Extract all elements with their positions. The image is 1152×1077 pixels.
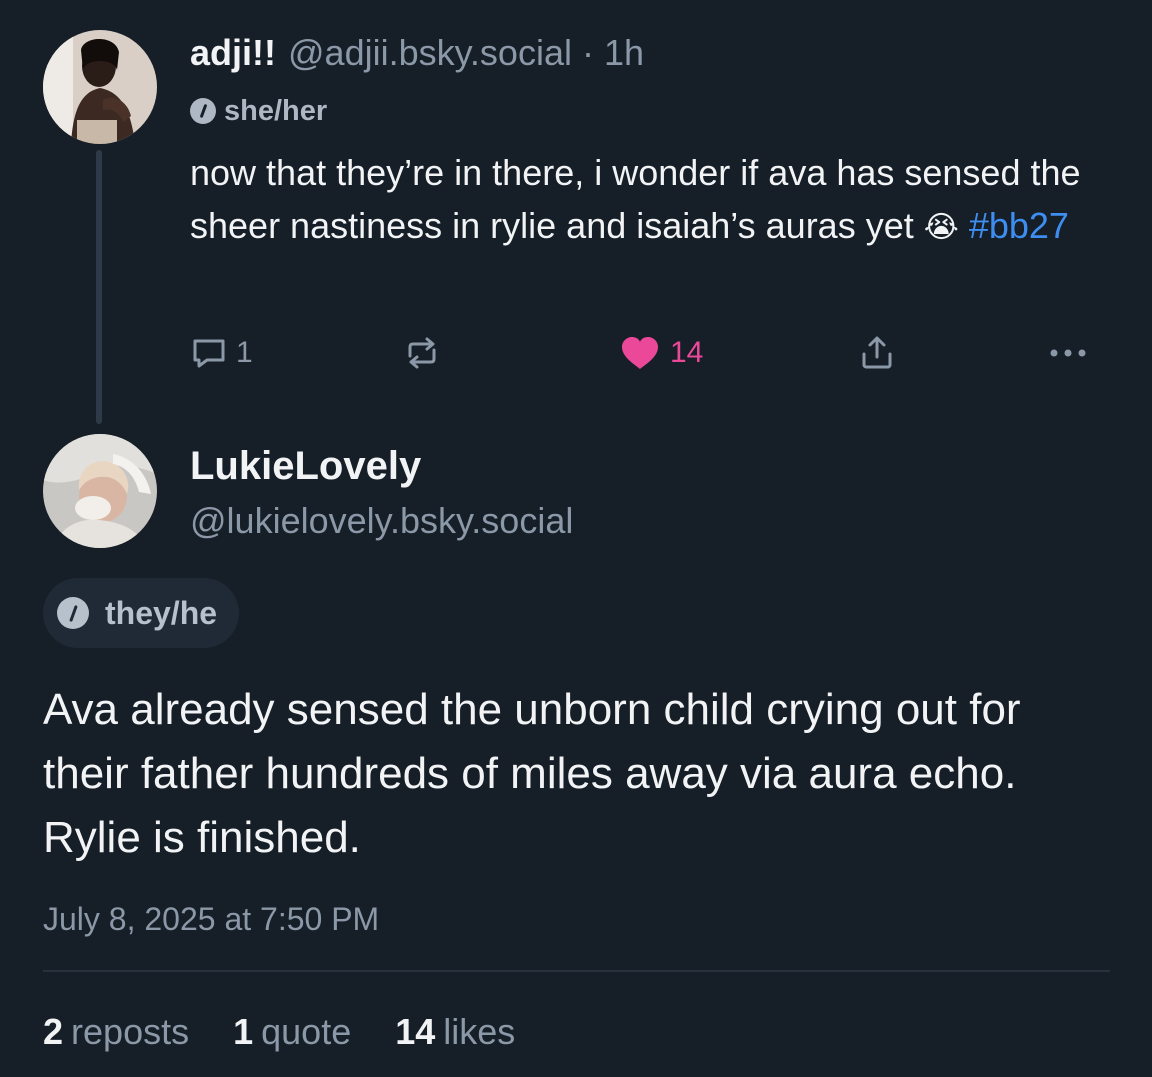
quotes-stat[interactable]: 1 quote — [233, 1011, 351, 1053]
heart-icon — [622, 337, 658, 369]
like-count: 14 — [670, 336, 704, 369]
more-dots-icon — [1050, 349, 1086, 357]
parent-display-name[interactable]: adji!! — [190, 30, 276, 76]
likes-label: likes — [443, 1011, 516, 1052]
main-handle[interactable]: @lukielovely.bsky.social — [190, 496, 573, 546]
parent-time-ago[interactable]: 1h — [604, 30, 644, 76]
stats-divider — [43, 970, 1110, 972]
pronoun-circle-icon — [57, 597, 89, 629]
main-pronouns-pill: they/he — [43, 578, 240, 648]
likes-stat[interactable]: 14 likes — [395, 1011, 515, 1053]
avatar-lukielovely[interactable] — [43, 434, 157, 548]
thread-line — [96, 150, 102, 424]
reposts-stat[interactable]: 2 reposts — [43, 1011, 189, 1053]
quotes-count: 1 — [233, 1011, 254, 1052]
parent-post-text: now that they’re in there, i wonder if a… — [190, 146, 1110, 254]
repost-arrows-icon — [408, 337, 436, 369]
parent-pronouns-label: she/her — [224, 94, 328, 127]
header-separator: · — [581, 32, 594, 73]
reply-button[interactable]: 1 — [190, 330, 253, 376]
parent-post-actions: 1 14 — [190, 330, 1100, 376]
post-timestamp: July 8, 2025 at 7:50 PM — [43, 901, 380, 937]
parent-pronouns: she/her — [190, 92, 327, 130]
reposts-label: reposts — [71, 1011, 190, 1052]
speech-bubble-icon — [193, 339, 225, 368]
post-stats: 2 reposts 1 quote 14 likes — [43, 1008, 559, 1056]
quotes-label: quote — [261, 1011, 352, 1052]
main-post-text: Ava already sensed the unborn child cryi… — [43, 685, 1021, 862]
hashtag-link[interactable]: #bb27 — [969, 205, 1069, 246]
parent-post-header: adji!! @adjii.bsky.social · 1h — [190, 30, 644, 76]
share-button[interactable] — [858, 330, 896, 376]
main-display-name[interactable]: LukieLovely — [190, 440, 421, 492]
more-options-button[interactable] — [1048, 330, 1088, 376]
main-pronouns-label: they/he — [105, 594, 218, 631]
repost-button[interactable] — [402, 330, 442, 376]
reposts-count: 2 — [43, 1011, 64, 1052]
likes-count: 14 — [395, 1011, 436, 1052]
loudly-crying-emoji: 😭 — [923, 211, 959, 244]
like-button[interactable]: 14 — [620, 330, 703, 376]
parent-handle[interactable]: @adjii.bsky.social — [288, 30, 572, 76]
avatar-adji[interactable] — [43, 30, 157, 144]
pronoun-circle-icon — [190, 98, 216, 124]
share-upload-icon — [862, 336, 892, 369]
reply-count: 1 — [236, 336, 253, 369]
